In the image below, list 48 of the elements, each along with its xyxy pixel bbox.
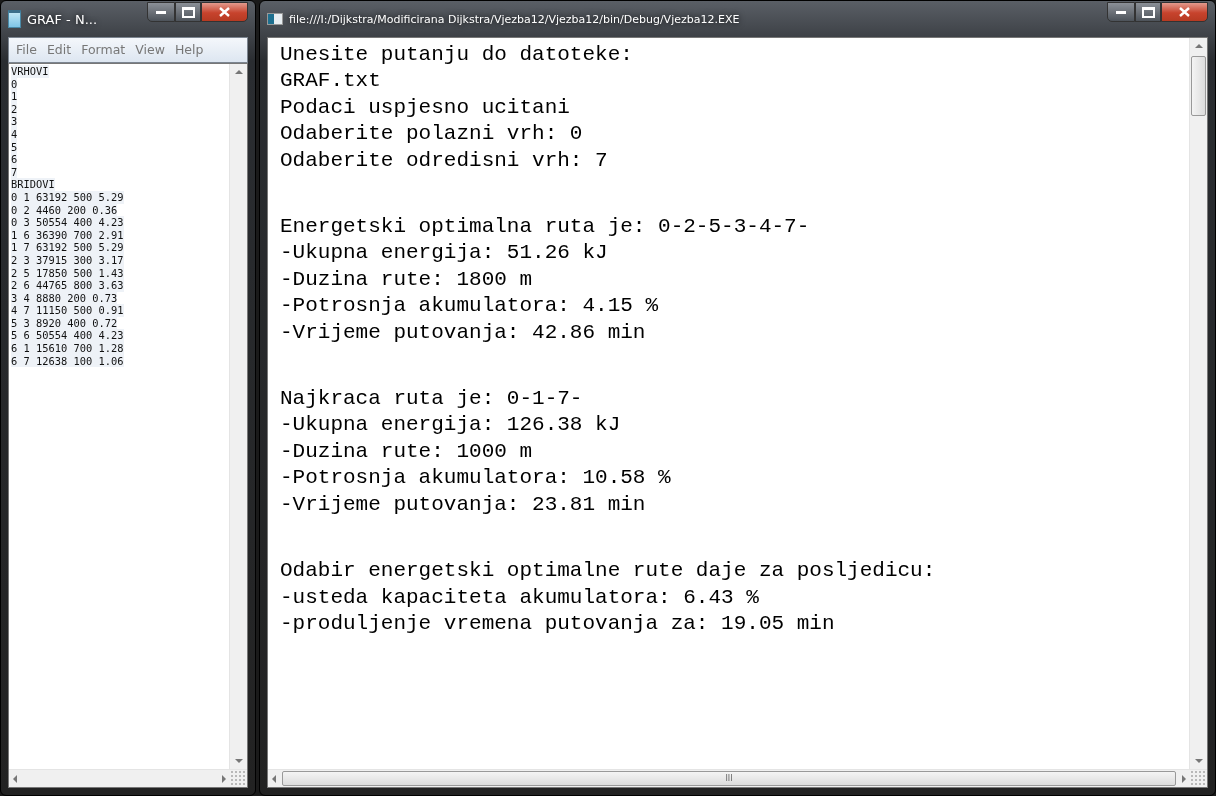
close-icon <box>219 7 230 17</box>
console-line: Energetski optimalna ruta je: 0-2-5-3-4-7- <box>280 214 810 241</box>
console-line: Unesite putanju do datoteke: <box>280 42 633 68</box>
console-icon <box>267 13 283 25</box>
menu-item[interactable]: Help <box>171 40 207 60</box>
minimize-button[interactable] <box>1107 2 1135 22</box>
minimize-button[interactable] <box>147 2 175 22</box>
menu-item[interactable]: Edit <box>43 40 75 60</box>
menu-item[interactable]: Format <box>78 40 129 60</box>
scroll-up-arrow-icon[interactable] <box>234 70 243 74</box>
console-line: GRAF.txt <box>280 68 381 95</box>
console-line: Odabir energetski optimalne rute daje za posljedicu: <box>280 558 936 585</box>
scroll-left-arrow-icon[interactable] <box>13 774 17 783</box>
scroll-thumb[interactable] <box>1191 56 1206 116</box>
console-line: -produljenje vremena putovanja za: 19.05 min <box>280 610 835 637</box>
scroll-down-arrow-icon[interactable] <box>1194 759 1203 763</box>
console-line: -Vrijeme putovanja: 23.81 min <box>280 491 646 518</box>
resize-grip-icon <box>230 770 247 787</box>
console-line: Odaberite odredisni vrh: 7 <box>280 147 608 174</box>
scroll-right-arrow-icon[interactable] <box>222 774 226 783</box>
console-line: -Duzina rute: 1800 m <box>280 266 533 293</box>
console-line: -usteda kapaciteta akumulatora: 6.43 % <box>280 584 759 611</box>
console-line: -Potrosnja akumulatora: 10.58 % <box>280 465 671 492</box>
scroll-up-arrow-icon[interactable] <box>1194 44 1203 48</box>
resize-grip-icon <box>1190 770 1207 787</box>
maximize-button[interactable] <box>1135 2 1161 22</box>
console-line: -Vrijeme putovanja: 42.86 min <box>280 319 646 346</box>
close-button[interactable] <box>201 2 248 22</box>
console-line: Najkraca ruta je: 0-1-7- <box>280 386 583 413</box>
scroll-left-arrow-icon[interactable] <box>272 774 276 783</box>
close-icon <box>1179 7 1190 17</box>
console-line: -Ukupna energija: 51.26 kJ <box>280 240 608 267</box>
vertical-scrollbar[interactable] <box>1189 38 1207 769</box>
console-line: Odaberite polazni vrh: 0 <box>280 121 583 148</box>
menu-item[interactable]: File <box>13 40 40 60</box>
notepad-icon <box>8 10 21 28</box>
vertical-scrollbar[interactable] <box>229 64 247 769</box>
close-button[interactable] <box>1161 2 1208 22</box>
scroll-right-arrow-icon[interactable] <box>1182 774 1186 783</box>
console-line: Podaci uspjesno ucitani <box>280 94 570 121</box>
console-line: -Potrosnja akumulatora: 4.15 % <box>280 293 659 320</box>
window-title: file:///I:/Dijkstra/Modificirana Dijkstra/Vjezba12/Vjezba12/bin/Debug/Vjezba12.EXE <box>289 12 741 26</box>
console-line: -Ukupna energija: 126.38 kJ <box>280 412 621 439</box>
console-line: -Duzina rute: 1000 m <box>280 438 533 465</box>
window-title: GRAF - N... <box>27 11 99 27</box>
menu-item[interactable]: View <box>132 40 168 60</box>
scroll-down-arrow-icon[interactable] <box>234 759 243 763</box>
maximize-button[interactable] <box>175 2 201 22</box>
